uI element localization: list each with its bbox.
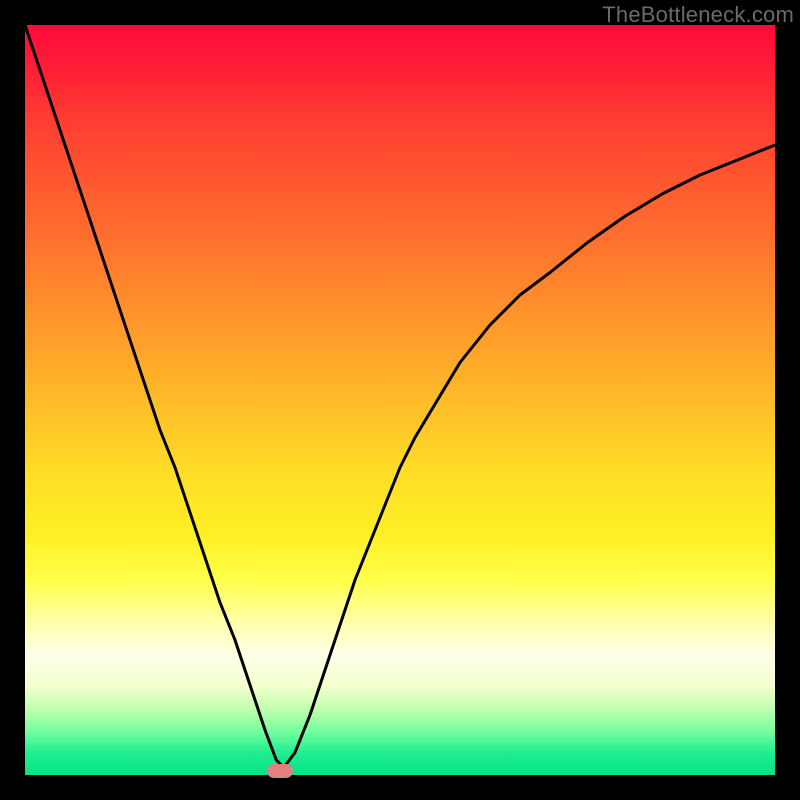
plot-area xyxy=(25,25,775,775)
curve-svg xyxy=(25,25,775,775)
watermark-text: TheBottleneck.com xyxy=(602,2,794,28)
chart-frame: TheBottleneck.com xyxy=(0,0,800,800)
optimal-point-marker xyxy=(267,764,293,778)
bottleneck-curve xyxy=(25,25,775,768)
